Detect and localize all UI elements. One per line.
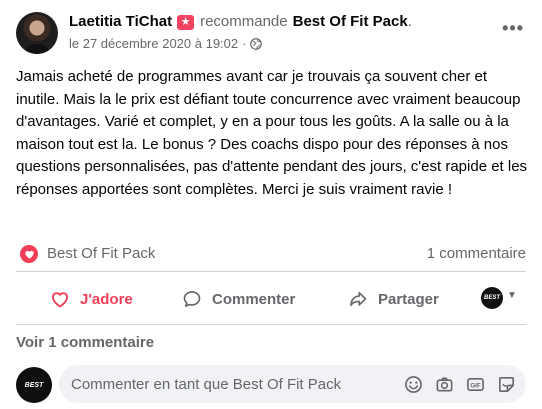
gif-icon[interactable]: GIF (465, 374, 485, 394)
love-button[interactable]: J'adore (50, 282, 133, 316)
post-date-link[interactable]: le 27 décembre 2020 à 19:02 (69, 36, 238, 51)
author-name-link[interactable]: Laetitia TiChat (69, 13, 172, 30)
reactions-summary: Best Of Fit Pack 1 commentaire (16, 244, 526, 264)
gif-icon-label: GIF (470, 382, 480, 389)
see-comments-link[interactable]: Voir 1 commentaire (16, 334, 154, 351)
heart-icon (52, 292, 69, 308)
love-button-label: J'adore (80, 290, 133, 308)
recommends-label: recommande (200, 13, 288, 30)
comment-button[interactable]: Commenter (182, 282, 295, 316)
meta-separator: · (242, 36, 247, 51)
commenter-avatar[interactable]: BEST (16, 367, 52, 403)
post-text: Jamais acheté de programmes avant car je… (16, 68, 528, 198)
composer-icons: GIF (403, 374, 516, 394)
recommendation-badge-icon (177, 14, 195, 30)
share-button-label: Partager (378, 290, 439, 308)
comment-bubble-icon (183, 291, 201, 307)
comment-count-link[interactable]: 1 commentaire (427, 245, 526, 262)
sticker-icon[interactable] (496, 374, 516, 394)
more-options-button[interactable]: ••• (502, 19, 524, 37)
comment-button-label: Commenter (212, 290, 296, 308)
page-name-period: . (407, 13, 412, 30)
share-button[interactable]: Partager (348, 282, 439, 316)
camera-icon[interactable] (434, 374, 454, 394)
page-name-link[interactable]: Best Of Fit Pack (293, 13, 408, 30)
chevron-down-icon[interactable]: ▼ (507, 290, 517, 301)
public-globe-icon[interactable] (250, 37, 263, 50)
emoji-icon[interactable] (403, 374, 423, 394)
author-avatar[interactable] (16, 12, 58, 54)
divider-top (16, 271, 526, 272)
comment-composer: GIF (59, 365, 526, 403)
divider-bottom (16, 324, 526, 325)
share-arrow-icon (350, 291, 367, 307)
review-post: Laetitia TiChat recommande Best Of Fit P… (0, 0, 542, 409)
post-meta: le 27 décembre 2020 à 19:02 · (69, 36, 263, 51)
comment-input[interactable] (71, 366, 401, 402)
post-header-line: Laetitia TiChat recommande Best Of Fit P… (69, 13, 412, 30)
reactor-name-link[interactable]: Best Of Fit Pack (47, 245, 155, 262)
share-as-avatar[interactable]: BEST (481, 287, 503, 309)
love-reaction-icon[interactable] (20, 245, 38, 263)
